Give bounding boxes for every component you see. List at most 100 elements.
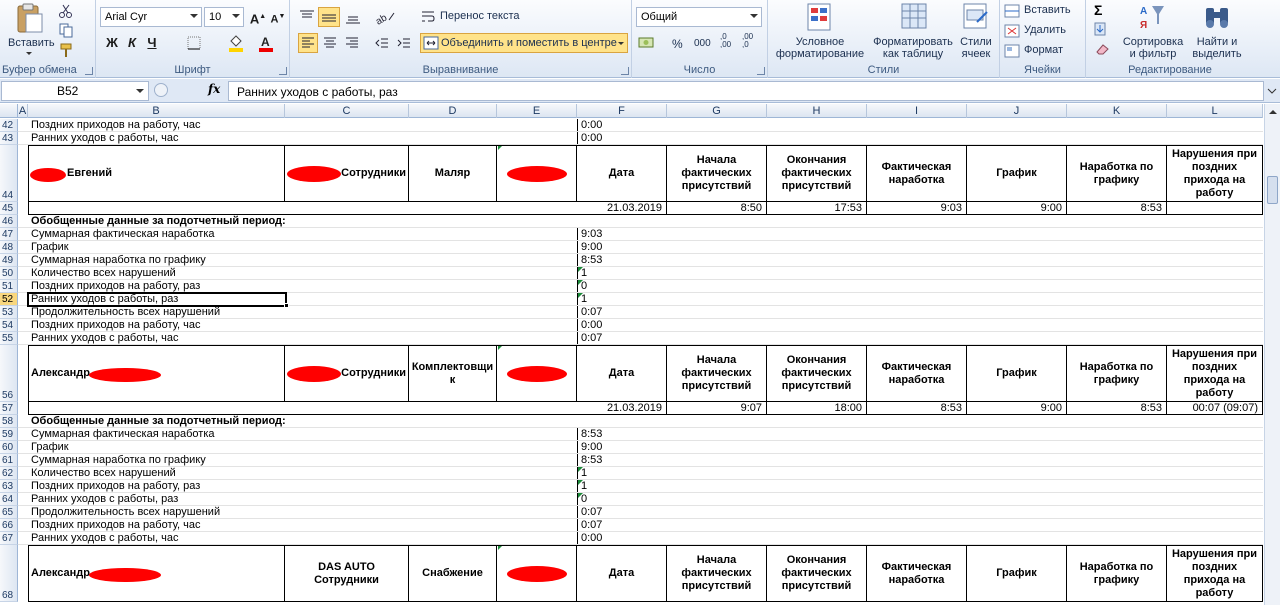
column-label-schedule[interactable]: График	[967, 545, 1067, 602]
expand-formula-bar-button[interactable]	[1266, 83, 1278, 99]
font-name-select[interactable]: Arial Cyr	[100, 7, 202, 27]
row-header-63[interactable]: 63	[0, 480, 18, 493]
row-header-43[interactable]: 43	[0, 132, 18, 145]
column-header-j[interactable]: J	[967, 104, 1067, 118]
row-header-66[interactable]: 66	[0, 519, 18, 532]
align-top-button[interactable]	[298, 8, 316, 26]
currency-format-button[interactable]	[638, 35, 662, 53]
value-cell-f[interactable]: 21.03.2019	[577, 202, 667, 215]
paste-button[interactable]: Вставить	[6, 2, 55, 56]
column-header-e[interactable]: E	[497, 104, 577, 118]
column-label-start[interactable]: Начала фактических присутствий	[667, 345, 767, 402]
value-cell-f[interactable]: 21.03.2019	[577, 402, 667, 415]
shrink-font-button[interactable]: A▼	[268, 7, 288, 27]
number-launcher-icon[interactable]	[757, 67, 765, 75]
column-label-actual[interactable]: Фактическая наработка	[867, 545, 967, 602]
column-label-start[interactable]: Начала фактических присутствий	[667, 145, 767, 202]
employee-name-cell[interactable]: Александр	[28, 345, 285, 402]
column-header-a[interactable]: A	[18, 104, 28, 118]
formula-input[interactable]: Ранних уходов с работы, раз	[228, 81, 1264, 101]
align-right-button[interactable]	[342, 33, 362, 53]
row-header-47[interactable]: 47	[0, 228, 18, 241]
value-cell-g[interactable]: 9:07	[667, 402, 767, 415]
row-header-46[interactable]: 46	[0, 215, 18, 228]
row-header-49[interactable]: 49	[0, 254, 18, 267]
value-cell-l[interactable]	[1167, 202, 1263, 215]
value-cell-j[interactable]: 9:00	[967, 402, 1067, 415]
underline-button[interactable]: Ч	[142, 33, 162, 53]
position-cell[interactable]: Маляр	[409, 145, 497, 202]
formula-bar-handle[interactable]	[154, 83, 168, 97]
redacted-cell[interactable]	[497, 545, 577, 602]
format-cells-button[interactable]: Формат	[1004, 43, 1084, 59]
row-header-44[interactable]: 44	[0, 145, 18, 202]
row-header-48[interactable]: 48	[0, 241, 18, 254]
column-header-i[interactable]: I	[867, 104, 967, 118]
column-label-date[interactable]: Дата	[577, 345, 667, 402]
employee-name-cell[interactable]: Александр	[28, 545, 285, 602]
row-header-67[interactable]: 67	[0, 532, 18, 545]
value-cell-j[interactable]: 9:00	[967, 202, 1067, 215]
column-header-k[interactable]: K	[1067, 104, 1167, 118]
row-header-60[interactable]: 60	[0, 441, 18, 454]
redacted-cell[interactable]	[497, 145, 577, 202]
department-cell[interactable]: Сотрудники	[285, 145, 409, 202]
column-label-date[interactable]: Дата	[577, 545, 667, 602]
bold-button[interactable]: Ж	[102, 33, 122, 53]
row-header-55[interactable]: 55	[0, 332, 18, 345]
row-header-53[interactable]: 53	[0, 306, 18, 319]
delete-cells-button[interactable]: Удалить	[1004, 23, 1084, 39]
row-header-42[interactable]: 42	[0, 119, 18, 132]
scrollbar-thumb[interactable]	[1267, 176, 1278, 204]
align-middle-button[interactable]	[318, 7, 340, 27]
column-label-violations[interactable]: Нарушения при поздних прихода на работу	[1167, 545, 1263, 602]
insert-function-button[interactable]: fx	[208, 82, 220, 96]
column-label-end[interactable]: Окончания фактических присутствий	[767, 145, 867, 202]
chevron-down-icon[interactable]	[136, 89, 144, 93]
column-label-actual[interactable]: Фактическая наработка	[867, 145, 967, 202]
column-header-h[interactable]: H	[767, 104, 867, 118]
find-select-button[interactable]: Найти и выделить	[1186, 2, 1248, 62]
row-header-59[interactable]: 59	[0, 428, 18, 441]
format-painter-button[interactable]	[58, 42, 74, 58]
row-header-62[interactable]: 62	[0, 467, 18, 480]
column-header-d[interactable]: D	[409, 104, 497, 118]
position-cell[interactable]: Снабжение	[409, 545, 497, 602]
department-cell[interactable]: Сотрудники	[285, 345, 409, 402]
column-header-l[interactable]: L	[1167, 104, 1263, 118]
column-label-violations[interactable]: Нарушения при поздних прихода на работу	[1167, 345, 1263, 402]
decrease-decimal-button[interactable]: ,00 ,0	[742, 33, 753, 49]
insert-cells-button[interactable]: Вставить	[1004, 3, 1084, 19]
row-header-54[interactable]: 54	[0, 319, 18, 332]
worksheet-grid[interactable]: ABCDEFGHIJKL 42 43 44 45 46 47 48 49 50 51 52 53 54 5…	[0, 104, 1263, 605]
comma-style-button[interactable]: 000	[694, 38, 711, 49]
row-header-68[interactable]: 68	[0, 545, 18, 602]
fill-button[interactable]	[1094, 22, 1114, 38]
column-label-start[interactable]: Начала фактических присутствий	[667, 545, 767, 602]
percent-style-button[interactable]: %	[672, 37, 683, 51]
wrap-text-button[interactable]: Перенос текста	[420, 8, 620, 26]
department-cell[interactable]: DAS AUTO Сотрудники	[285, 545, 409, 602]
vertical-scrollbar[interactable]	[1264, 104, 1280, 605]
value-cell-h[interactable]: 17:53	[767, 202, 867, 215]
value-cell-l[interactable]: 00:07 (09:07)	[1167, 402, 1263, 415]
font-launcher-icon[interactable]	[279, 67, 287, 75]
column-label-schedule[interactable]: График	[967, 345, 1067, 402]
column-header-g[interactable]: G	[667, 104, 767, 118]
redacted-cell[interactable]	[497, 345, 577, 402]
sort-filter-button[interactable]: АЯ Сортировка и фильтр	[1120, 2, 1186, 62]
position-cell[interactable]: Комплектовщи к	[409, 345, 497, 402]
row-header-61[interactable]: 61	[0, 454, 18, 467]
column-label-by_schedule[interactable]: Наработка по графику	[1067, 345, 1167, 402]
copy-button[interactable]	[58, 22, 82, 38]
column-label-schedule[interactable]: График	[967, 145, 1067, 202]
value-cell-h[interactable]: 18:00	[767, 402, 867, 415]
name-box[interactable]: B52	[1, 81, 149, 101]
borders-button[interactable]	[186, 35, 206, 51]
decrease-indent-button[interactable]	[372, 33, 392, 53]
clipboard-launcher-icon[interactable]	[85, 67, 93, 75]
format-as-table-button[interactable]: Форматировать как таблицу	[870, 2, 956, 62]
row-header-57[interactable]: 57	[0, 402, 18, 415]
row-header-65[interactable]: 65	[0, 506, 18, 519]
clear-button[interactable]	[1094, 42, 1114, 58]
